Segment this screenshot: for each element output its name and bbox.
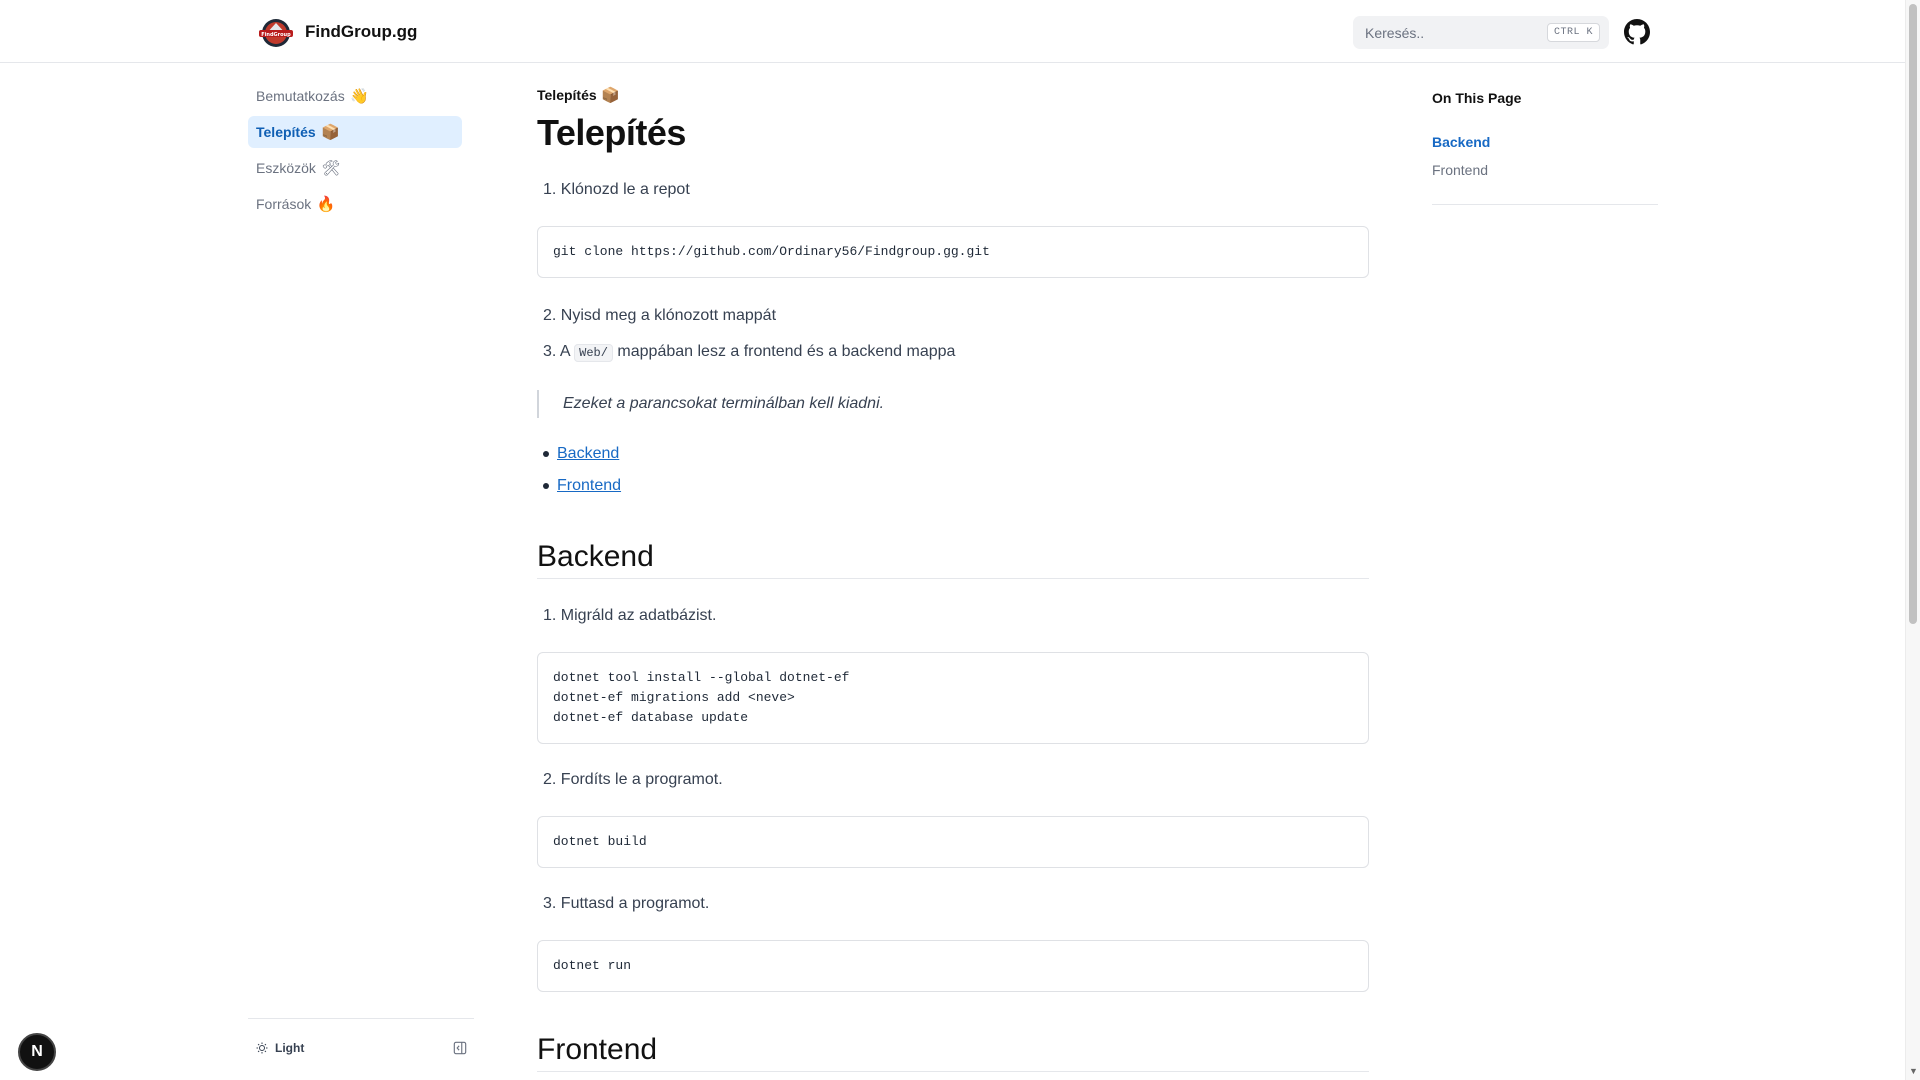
sidebar-footer: Light (248, 1018, 474, 1080)
sidebar-item-forrasok[interactable]: Források 🔥 (248, 188, 462, 220)
list-item: Backend (543, 445, 619, 463)
code-block-migrate[interactable]: dotnet tool install --global dotnet-ef d… (537, 652, 1369, 744)
sidebar: Bemutatkozás 👋 Telepítés 📦 Eszközök 🛠 Fo… (248, 63, 474, 1080)
code-block-build[interactable]: dotnet build (537, 816, 1369, 868)
step-number: 2. (543, 307, 557, 324)
brand-name: FindGroup.gg (305, 22, 418, 41)
step-clone: 1. Klónozd le a repot (543, 181, 690, 199)
list-item: Frontend (543, 477, 621, 495)
step-migrate: 1. Migráld az adatbázist. (543, 607, 716, 625)
sidebar-collapse-icon[interactable] (453, 1041, 467, 1055)
package-icon: 📦 (601, 87, 620, 104)
step-number: 2. (543, 771, 557, 788)
step-text: Klónozd le a repot (560, 181, 690, 198)
top-navbar: FindGroup FindGroup.gg CTRL K (0, 0, 1905, 63)
step-web-folder: 3. A Web/ mappában lesz a frontend és a … (543, 343, 956, 362)
step-number: 3. (543, 895, 557, 912)
bullet-dot (543, 483, 549, 489)
step-number: 1. (543, 607, 557, 624)
step-text: A (559, 343, 570, 360)
scroll-thumb[interactable] (1909, 4, 1917, 624)
code-block-run[interactable]: dotnet run (537, 940, 1369, 992)
page-title: Telepítés (537, 112, 686, 153)
brand-link[interactable]: FindGroup FindGroup.gg (256, 16, 417, 48)
theme-toggle-button[interactable]: Light (256, 1041, 304, 1055)
toc-title: On This Page (1432, 90, 1522, 106)
step-text: Futtasd a programot. (560, 895, 710, 912)
step-text: Fordíts le a programot. (560, 771, 723, 788)
sidebar-item-telepites[interactable]: Telepítés 📦 (248, 116, 462, 148)
sidebar-item-eszkozok[interactable]: Eszközök 🛠 (248, 152, 462, 184)
code-line: dotnet-ef migrations add <neve> (553, 690, 795, 705)
inline-code: Web/ (574, 344, 613, 362)
blockquote: Ezeket a parancsokat terminálban kell ki… (537, 390, 1369, 418)
findgroup-logo-icon: FindGroup (259, 19, 293, 47)
svg-text:FindGroup: FindGroup (261, 32, 291, 38)
sidebar-item-label: Eszközök (256, 160, 316, 176)
scroll-down-arrow-icon[interactable]: ▼ (1908, 1066, 1919, 1077)
sidebar-item-bemutatkozas[interactable]: Bemutatkozás 👋 (248, 80, 462, 112)
step-run: 3. Futtasd a programot. (543, 895, 709, 913)
step-text: Migráld az adatbázist. (560, 607, 717, 624)
breadcrumb: Telepítés 📦 (537, 86, 620, 104)
step-number: 1. (543, 181, 557, 198)
search-shortcut-badge: CTRL K (1546, 23, 1600, 42)
sun-icon (256, 1042, 268, 1054)
toc-divider (1432, 204, 1658, 205)
sidebar-item-label: Bemutatkozás (256, 88, 345, 104)
link-frontend[interactable]: Frontend (557, 477, 621, 495)
heading-frontend: Frontend (537, 1033, 1369, 1072)
toc-item-backend[interactable]: Backend (1432, 134, 1490, 150)
tools-icon: 🛠 (321, 160, 341, 177)
next-dev-badge[interactable]: N (18, 1033, 56, 1071)
link-backend[interactable]: Backend (557, 445, 619, 463)
sidebar-item-label: Források (256, 196, 312, 212)
search-box[interactable]: CTRL K (1353, 16, 1609, 49)
heading-backend: Backend (537, 540, 1369, 579)
code-line: dotnet-ef database update (553, 710, 749, 725)
step-build: 2. Fordíts le a programot. (543, 771, 723, 789)
sidebar-item-label: Telepítés (256, 124, 316, 140)
github-icon[interactable] (1624, 19, 1650, 45)
waving-hand-icon: 👋 (350, 88, 370, 105)
step-open-folder: 2. Nyisd meg a klónozott mappát (543, 307, 776, 325)
code-line: git clone https://github.com/Ordinary56/… (553, 244, 990, 259)
fire-icon: 🔥 (316, 196, 336, 213)
toc-item-frontend[interactable]: Frontend (1432, 162, 1488, 178)
package-icon: 📦 (321, 124, 340, 141)
step-number: 3. (543, 343, 557, 360)
code-line: dotnet tool install --global dotnet-ef (553, 670, 850, 685)
step-text: mappában lesz a frontend és a backend ma… (617, 343, 956, 360)
step-text: Nyisd meg a klónozott mappát (560, 307, 777, 324)
theme-label: Light (275, 1041, 305, 1055)
code-line: dotnet run (553, 958, 632, 973)
page-scrollbar[interactable]: ▼ (1905, 0, 1920, 1080)
code-block-clone[interactable]: git clone https://github.com/Ordinary56/… (537, 226, 1369, 278)
breadcrumb-current: Telepítés (537, 87, 597, 103)
bullet-dot (543, 451, 549, 457)
code-line: dotnet build (553, 834, 647, 849)
